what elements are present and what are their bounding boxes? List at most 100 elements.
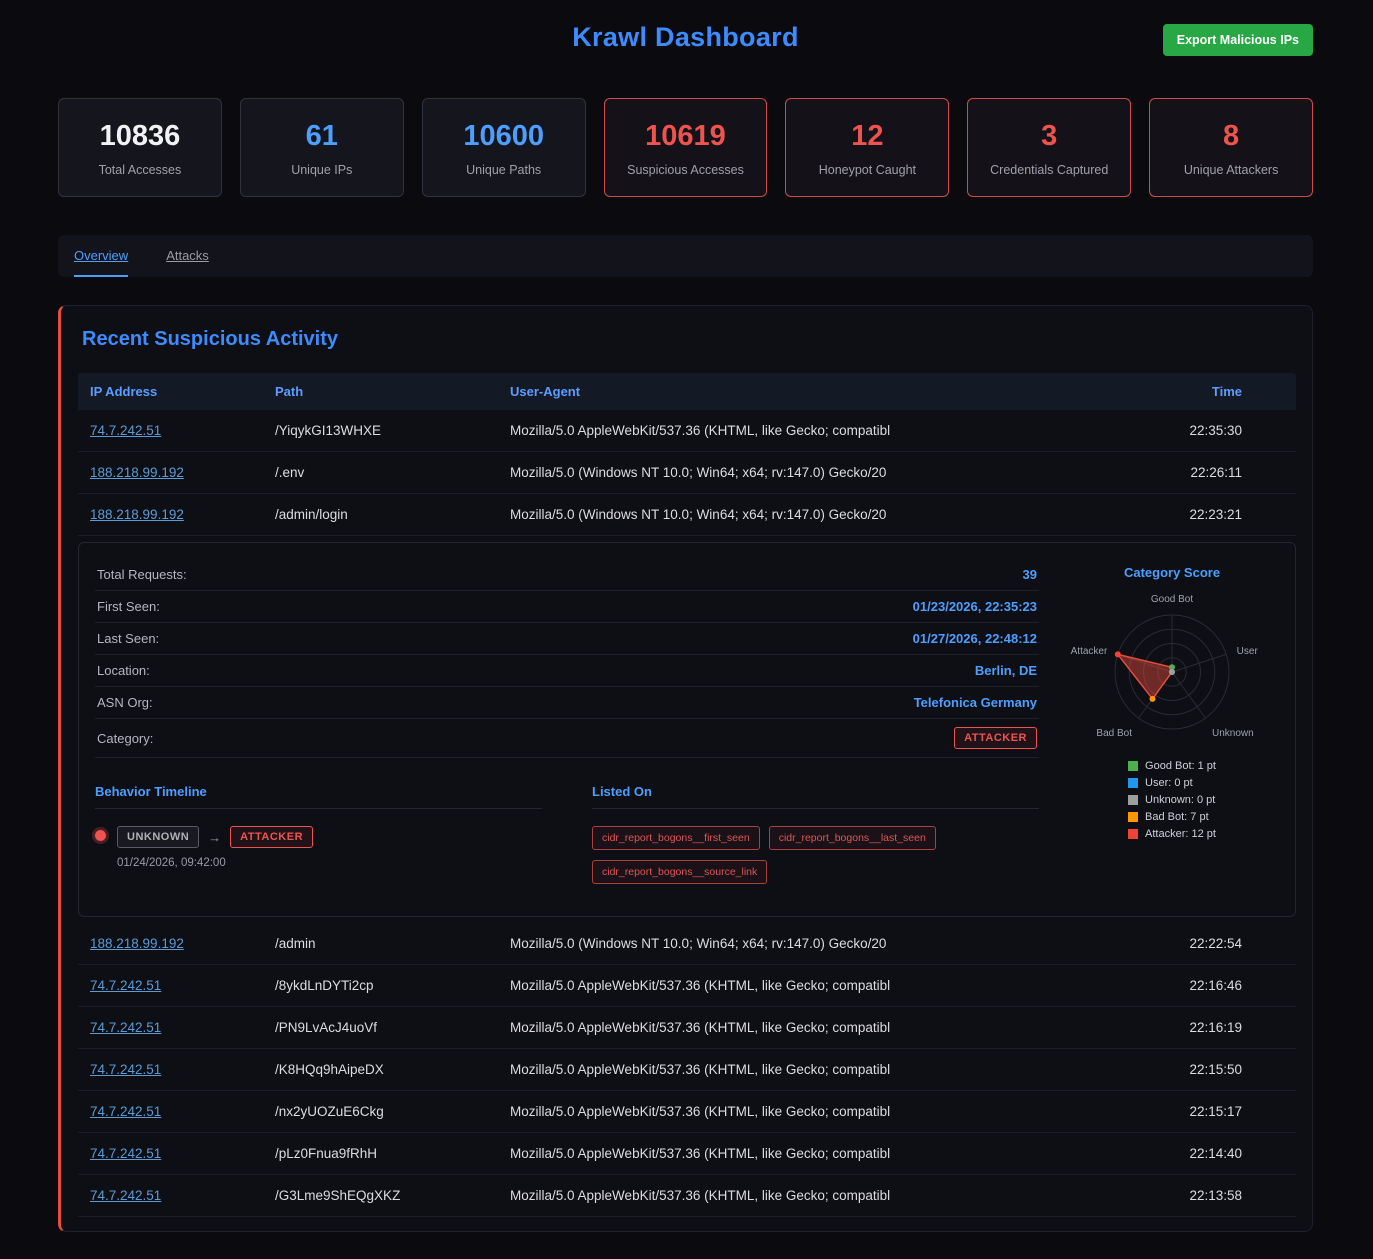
user-agent-cell: Mozilla/5.0 (Windows NT 10.0; Win64; x64…	[510, 465, 1134, 480]
behavior-timeline-section: Behavior Timeline UNKNOWN → ATTACKER 01/…	[95, 784, 542, 894]
detail-field: Category:ATTACKER	[95, 719, 1039, 758]
path-cell: /.env	[275, 465, 510, 480]
path-cell: /admin	[275, 936, 510, 951]
user-agent-cell: Mozilla/5.0 (Windows NT 10.0; Win64; x64…	[510, 507, 1134, 522]
category-score-section: Category Score Good BotUserUnknownBad Bo…	[1065, 559, 1279, 894]
radar-axis-label: Unknown	[1212, 728, 1254, 739]
column-header-path: Path	[275, 384, 510, 399]
detail-field-value: 39	[1023, 567, 1037, 582]
legend-swatch	[1128, 795, 1138, 805]
detail-field-label: Location:	[97, 663, 150, 678]
path-cell: /8ykdLnDYTi2cp	[275, 978, 510, 993]
path-cell: /admin/login	[275, 507, 510, 522]
legend-item: Good Bot: 1 pt	[1128, 760, 1216, 772]
ip-link[interactable]: 188.218.99.192	[90, 936, 184, 951]
table-row[interactable]: 74.7.242.51/K8HQq9hAipeDXMozilla/5.0 App…	[78, 1049, 1296, 1091]
header: Krawl Dashboard Export Malicious IPs	[58, 0, 1313, 74]
stat-label: Unique IPs	[247, 163, 397, 177]
user-agent-cell: Mozilla/5.0 (Windows NT 10.0; Win64; x64…	[510, 936, 1134, 951]
user-agent-cell: Mozilla/5.0 AppleWebKit/537.36 (KHTML, l…	[510, 1062, 1134, 1077]
radar-spoke	[1172, 654, 1226, 672]
table-row[interactable]: 74.7.242.51/G3Lme9ShEQgXKZMozilla/5.0 Ap…	[78, 1175, 1296, 1217]
timeline-to-badge: ATTACKER	[230, 826, 313, 848]
path-cell: /G3Lme9ShEQgXKZ	[275, 1188, 510, 1203]
legend-label: User: 0 pt	[1145, 777, 1193, 789]
stats-row: 10836Total Accesses61Unique IPs10600Uniq…	[58, 98, 1313, 197]
path-cell: /YiqykGI13WHXE	[275, 423, 510, 438]
table-row[interactable]: 74.7.242.51/YiqykGI13WHXEMozilla/5.0 App…	[78, 410, 1296, 452]
stat-label: Unique Attackers	[1156, 163, 1306, 177]
radar-axis-label: Good Bot	[1151, 594, 1193, 605]
tab-attacks[interactable]: Attacks	[166, 235, 209, 277]
detail-field: Last Seen:01/27/2026, 22:48:12	[95, 623, 1039, 655]
ip-link[interactable]: 188.218.99.192	[90, 507, 184, 522]
legend-swatch	[1128, 829, 1138, 839]
ip-link[interactable]: 74.7.242.51	[90, 1188, 161, 1203]
stat-card-suspicious-accesses: 10619Suspicious Accesses	[604, 98, 768, 197]
tabs-bar: Overview Attacks	[58, 235, 1313, 277]
listed-on-badge[interactable]: cidr_report_bogons__last_seen	[769, 826, 936, 850]
stat-label: Credentials Captured	[974, 163, 1124, 177]
ip-cell: 188.218.99.192	[90, 936, 275, 951]
ip-cell: 74.7.242.51	[90, 978, 275, 993]
table-row[interactable]: 188.218.99.192/admin/loginMozilla/5.0 (W…	[78, 494, 1296, 536]
stat-card-total-accesses: 10836Total Accesses	[58, 98, 222, 197]
listed-on-badge[interactable]: cidr_report_bogons__first_seen	[592, 826, 760, 850]
user-agent-cell: Mozilla/5.0 AppleWebKit/537.36 (KHTML, l…	[510, 423, 1134, 438]
radar-chart-title: Category Score	[1065, 565, 1279, 580]
legend-label: Good Bot: 1 pt	[1145, 760, 1216, 772]
column-header-ip-address: IP Address	[90, 384, 275, 399]
table-header-row: IP AddressPathUser-AgentTime	[78, 373, 1296, 410]
detail-field-label: Last Seen:	[97, 631, 159, 646]
stat-value: 8	[1156, 120, 1306, 153]
ip-cell: 74.7.242.51	[90, 423, 275, 438]
table-row[interactable]: 188.218.99.192/adminMozilla/5.0 (Windows…	[78, 923, 1296, 965]
page-title: Krawl Dashboard	[572, 22, 799, 53]
table-row[interactable]: 74.7.242.51/8ykdLnDYTi2cpMozilla/5.0 App…	[78, 965, 1296, 1007]
tab-overview[interactable]: Overview	[74, 235, 128, 277]
table-row[interactable]: 74.7.242.51/PN9LvAcJ4uoVfMozilla/5.0 App…	[78, 1007, 1296, 1049]
time-cell: 22:16:19	[1134, 1020, 1284, 1035]
ip-cell: 74.7.242.51	[90, 1020, 275, 1035]
table-row[interactable]: 74.7.242.51/nx2yUOZuE6CkgMozilla/5.0 App…	[78, 1091, 1296, 1133]
legend-item: User: 0 pt	[1128, 777, 1216, 789]
ip-link[interactable]: 74.7.242.51	[90, 978, 161, 993]
category-score-radar-chart: Good BotUserUnknownBad BotAttacker	[1065, 586, 1279, 748]
ip-cell: 74.7.242.51	[90, 1104, 275, 1119]
stat-value: 10836	[65, 120, 215, 153]
stat-value: 10600	[429, 120, 579, 153]
legend-swatch	[1128, 812, 1138, 822]
detail-field: ASN Org:Telefonica Germany	[95, 687, 1039, 719]
legend-label: Attacker: 12 pt	[1145, 828, 1216, 840]
category-badge: ATTACKER	[954, 727, 1037, 749]
detail-field-list: Total Requests: 39 First Seen:01/23/2026, …	[95, 559, 1039, 758]
ip-link[interactable]: 74.7.242.51	[90, 1020, 161, 1035]
export-malicious-ips-button[interactable]: Export Malicious IPs	[1163, 24, 1313, 56]
table-body: 74.7.242.51/YiqykGI13WHXEMozilla/5.0 App…	[78, 410, 1296, 1217]
ip-link[interactable]: 74.7.242.51	[90, 1104, 161, 1119]
ip-cell: 74.7.242.51	[90, 1188, 275, 1203]
timeline-timestamp: 01/24/2026, 09:42:00	[117, 857, 313, 869]
time-cell: 22:22:54	[1134, 936, 1284, 951]
page: Krawl Dashboard Export Malicious IPs 108…	[0, 0, 1373, 1246]
legend-label: Bad Bot: 7 pt	[1145, 811, 1209, 823]
ip-cell: 188.218.99.192	[90, 465, 275, 480]
ip-detail-panel: Total Requests: 39 First Seen:01/23/2026, …	[78, 542, 1296, 917]
detail-field: First Seen:01/23/2026, 22:35:23	[95, 591, 1039, 623]
time-cell: 22:15:50	[1134, 1062, 1284, 1077]
ip-link[interactable]: 188.218.99.192	[90, 465, 184, 480]
table-row[interactable]: 188.218.99.192 /.envMozilla/5.0 (Windows …	[78, 452, 1296, 494]
listed-on-badge[interactable]: cidr_report_bogons__source_link	[592, 860, 767, 884]
ip-link[interactable]: 74.7.242.51	[90, 1146, 161, 1161]
detail-field-label: ASN Org:	[97, 695, 153, 710]
ip-link[interactable]: 74.7.242.51	[90, 423, 161, 438]
ip-link[interactable]: 74.7.242.51	[90, 1062, 161, 1077]
column-header-time: Time	[1134, 384, 1284, 399]
detail-field-label: Total Requests:	[97, 567, 187, 582]
table-row[interactable]: 74.7.242.51/pLz0Fnua9fRhHMozilla/5.0 App…	[78, 1133, 1296, 1175]
detail-subsections: Behavior Timeline UNKNOWN → ATTACKER 01/…	[95, 784, 1039, 894]
listed-on-title: Listed On	[592, 784, 1039, 809]
time-cell: 22:14:40	[1134, 1146, 1284, 1161]
time-cell: 22:23:21	[1134, 507, 1284, 522]
time-cell: 22:26:11	[1134, 465, 1284, 480]
